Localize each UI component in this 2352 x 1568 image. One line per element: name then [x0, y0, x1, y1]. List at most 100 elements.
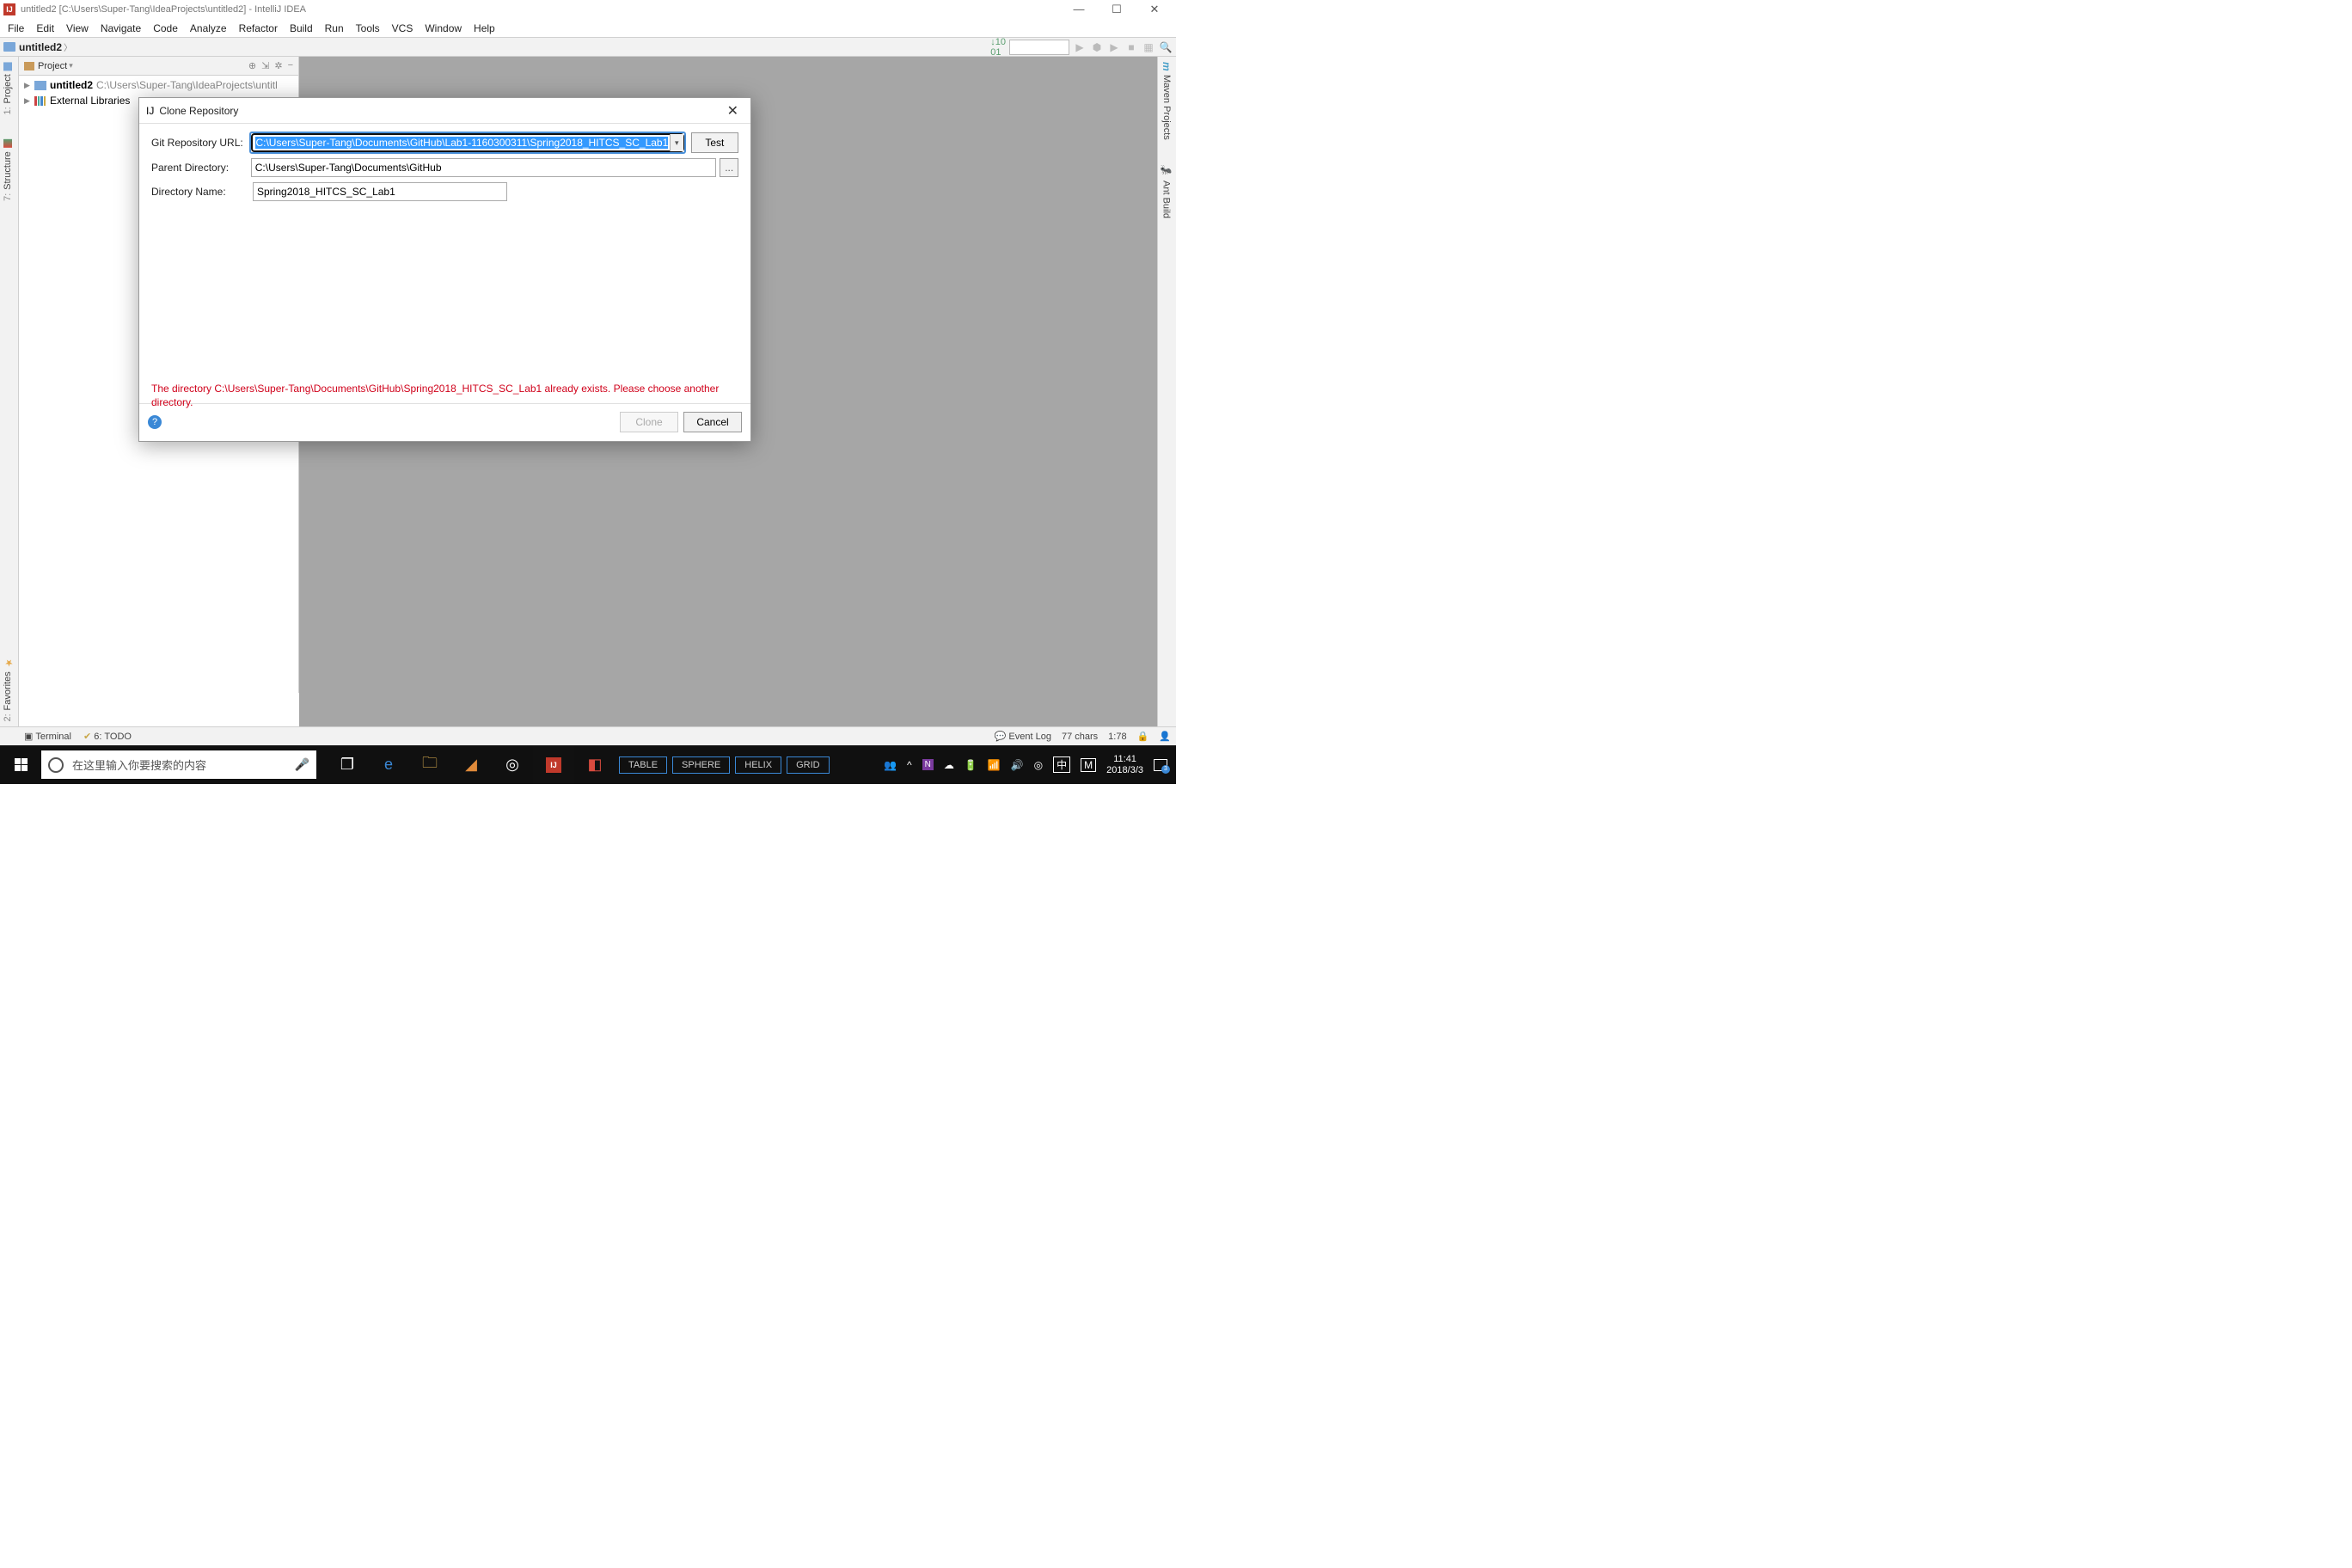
taskbar-app-matlab[interactable]: ◢ — [450, 745, 492, 784]
coverage-icon[interactable]: ▶ — [1107, 40, 1121, 54]
taskbar-app-edge[interactable]: e — [368, 745, 409, 784]
menu-help[interactable]: Help — [468, 21, 501, 36]
toolwindow-tab-todo[interactable]: ✔6: TODO — [83, 731, 132, 742]
menu-navigate[interactable]: Navigate — [95, 21, 147, 36]
matlab-tab[interactable]: HELIX — [735, 756, 781, 774]
menu-window[interactable]: Window — [419, 21, 468, 36]
dirname-input[interactable] — [253, 182, 507, 201]
microphone-icon[interactable]: 🎤 — [295, 757, 309, 772]
status-position: 1:78 — [1108, 732, 1126, 742]
toolwindow-tab-ant[interactable]: 🐜 Ant Build — [1158, 160, 1174, 223]
project-structure-icon[interactable]: ▦ — [1142, 40, 1155, 54]
window-title: untitled2 [C:\Users\Super-Tang\IdeaProje… — [21, 4, 306, 15]
battery-icon[interactable]: 🔋 — [965, 759, 977, 771]
taskbar-clock[interactable]: 11:41 2018/3/3 — [1106, 754, 1143, 775]
action-center-icon[interactable]: 3 — [1154, 759, 1167, 771]
run-config-dropdown[interactable] — [1009, 40, 1069, 55]
hector-icon[interactable]: 👤 — [1159, 731, 1171, 742]
menu-run[interactable]: Run — [319, 21, 350, 36]
terminal-icon: ▣ — [24, 731, 33, 742]
stop-icon[interactable]: ■ — [1124, 40, 1138, 54]
onedrive-icon[interactable]: ☁ — [944, 759, 954, 771]
collapse-all-icon[interactable]: ⇲ — [261, 60, 269, 71]
test-button[interactable]: Test — [691, 132, 738, 153]
close-button[interactable]: ✕ — [1143, 3, 1166, 16]
run-icon[interactable]: ▶ — [1073, 40, 1087, 54]
menu-view[interactable]: View — [60, 21, 95, 36]
tray-chevron-up-icon[interactable]: ^ — [907, 759, 912, 771]
todo-icon: ✔ — [83, 731, 91, 742]
search-everywhere-icon[interactable]: 🔍 — [1159, 40, 1173, 54]
start-button[interactable] — [0, 745, 41, 784]
location-icon[interactable]: ◎ — [1034, 759, 1043, 771]
toolwindow-tab-maven[interactable]: m Maven Projects — [1158, 57, 1175, 144]
menu-file[interactable]: File — [2, 21, 30, 36]
taskbar-search[interactable]: 在这里输入你要搜索的内容 🎤 — [41, 750, 316, 779]
tree-item-label[interactable]: External Libraries — [50, 95, 130, 107]
chevron-down-icon[interactable]: ▾ — [670, 134, 683, 151]
windows-icon — [15, 758, 28, 771]
menu-build[interactable]: Build — [284, 21, 319, 36]
ime-indicator[interactable]: 中 — [1053, 756, 1070, 773]
folder-icon — [34, 81, 46, 90]
project-toolwindow-icon — [3, 62, 12, 70]
onenote-tray-icon[interactable]: N — [922, 759, 934, 770]
browse-button[interactable]: ... — [720, 158, 738, 177]
taskbar-app-obs[interactable]: ◎ — [492, 745, 533, 784]
tree-item-path: C:\Users\Super-Tang\IdeaProjects\untitl — [96, 79, 278, 91]
wifi-icon[interactable]: 📶 — [988, 759, 1001, 771]
url-input[interactable] — [251, 133, 683, 152]
url-combobox[interactable]: ▾ — [251, 133, 683, 152]
menu-vcs[interactable]: VCS — [386, 21, 420, 36]
project-view-title[interactable]: Project — [38, 61, 67, 71]
taskbar-app-explorer[interactable]: 🗀 — [409, 745, 450, 784]
scroll-from-source-icon[interactable]: ⊕ — [248, 60, 256, 71]
make-project-icon[interactable]: ↓1001 — [990, 37, 1006, 58]
toolwindow-tab-structure[interactable]: 7: Structure — [0, 134, 15, 206]
navbar: untitled2 〉 ↓1001 ▶ ⬢ ▶ ■ ▦ 🔍 — [0, 38, 1176, 57]
people-icon[interactable]: 👥 — [884, 759, 897, 771]
taskbar-app-intellij[interactable]: IJ — [533, 745, 574, 784]
taskbar-app-pdf[interactable]: ◧ — [574, 745, 616, 784]
task-view-icon[interactable]: ❐ — [327, 745, 368, 784]
toolwindow-tab-favorites[interactable]: 2: Favorites ★ — [0, 654, 15, 726]
titlebar: IJ untitled2 [C:\Users\Super-Tang\IdeaPr… — [0, 0, 1176, 19]
cancel-button[interactable]: Cancel — [683, 412, 742, 432]
expand-arrow-icon[interactable]: ▶ — [24, 96, 33, 106]
toolwindow-tab-event-log[interactable]: 💬Event Log — [995, 731, 1051, 742]
volume-icon[interactable]: 🔊 — [1011, 759, 1024, 771]
chevron-down-icon[interactable]: ▾ — [69, 61, 73, 70]
matlab-tab[interactable]: TABLE — [619, 756, 667, 774]
intellij-icon: IJ — [146, 105, 154, 117]
help-button[interactable]: ? — [148, 415, 162, 429]
statusbar: ▣Terminal ✔6: TODO 💬Event Log 77 chars 1… — [0, 726, 1176, 745]
maximize-button[interactable]: ☐ — [1106, 3, 1128, 16]
ime-mode[interactable]: M — [1081, 758, 1096, 772]
tree-item-label[interactable]: untitled2 — [50, 79, 93, 91]
matlab-tab[interactable]: SPHERE — [672, 756, 730, 774]
taskbar-matlab-thumbnails: TABLE SPHERE HELIX GRID — [619, 756, 830, 774]
breadcrumb-root[interactable]: untitled2 — [19, 41, 62, 53]
menu-analyze[interactable]: Analyze — [184, 21, 233, 36]
menu-refactor[interactable]: Refactor — [233, 21, 284, 36]
project-view-icon — [24, 62, 34, 70]
chevron-right-icon: 〉 — [64, 40, 72, 53]
tree-row-module: ▶ untitled2 C:\Users\Super-Tang\IdeaProj… — [19, 77, 298, 93]
debug-icon[interactable]: ⬢ — [1090, 40, 1104, 54]
toolwindow-tab-project[interactable]: 1: Project — [0, 57, 15, 119]
parent-dir-input[interactable] — [251, 158, 717, 177]
matlab-tab[interactable]: GRID — [787, 756, 830, 774]
menu-edit[interactable]: Edit — [30, 21, 60, 36]
gear-icon[interactable]: ✲ — [274, 60, 282, 71]
hide-icon[interactable]: − — [288, 60, 293, 71]
expand-arrow-icon[interactable]: ▶ — [24, 81, 33, 90]
minimize-button[interactable]: — — [1068, 3, 1090, 16]
menu-code[interactable]: Code — [147, 21, 184, 36]
toolwindow-tab-terminal[interactable]: ▣Terminal — [24, 731, 71, 742]
dialog-close-button[interactable]: ✕ — [722, 102, 744, 119]
lock-icon[interactable]: 🔒 — [1137, 731, 1149, 742]
menu-tools[interactable]: Tools — [350, 21, 386, 36]
status-chars: 77 chars — [1062, 732, 1098, 742]
dialog-titlebar: IJ Clone Repository ✕ — [139, 98, 750, 124]
menubar: File Edit View Navigate Code Analyze Ref… — [0, 19, 1176, 38]
